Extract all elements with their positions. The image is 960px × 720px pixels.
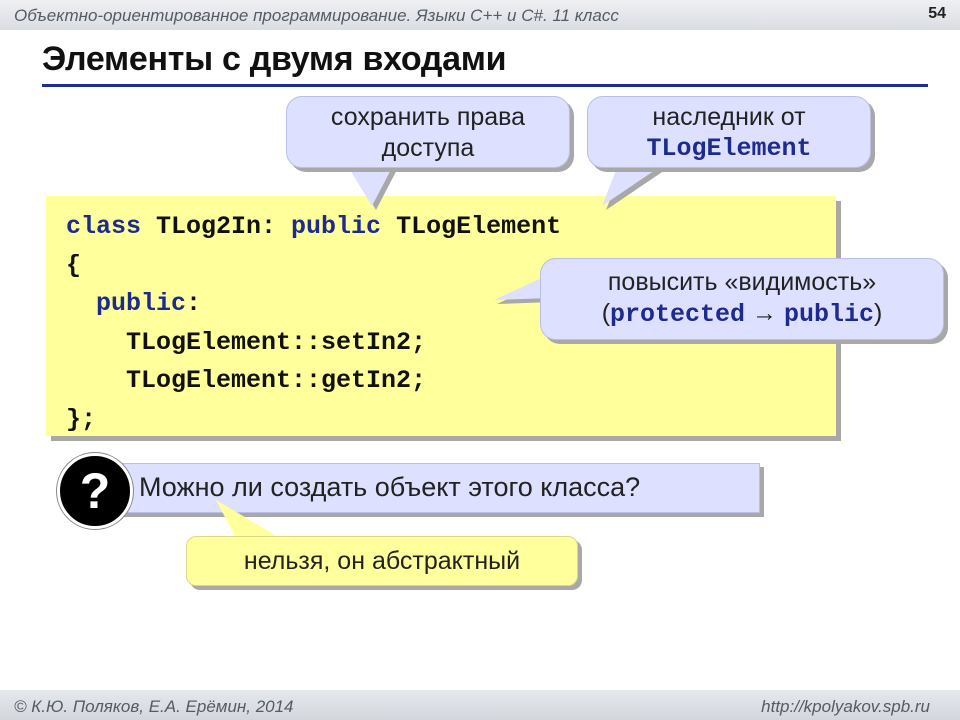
code-base-class: TLogElement — [381, 212, 562, 241]
callout-heir-code: TLogElement — [646, 134, 812, 163]
code-colon: : — [186, 289, 202, 318]
footer-bar: © К.Ю. Поляков, Е.А. Ерёмин, 2014 http:/… — [0, 690, 960, 720]
paren-open: ( — [601, 299, 611, 327]
code-access-public: public — [96, 289, 187, 318]
callout-access-rights: сохранить права доступа — [286, 96, 570, 168]
callout-access-line1: сохранить права — [330, 103, 526, 131]
callout-visibility-line1: повысить «видимость» — [607, 268, 877, 296]
callout-heir-line1: наследник от — [652, 103, 806, 131]
code-using-getin2: TLogElement::getIn2; — [126, 366, 427, 395]
footer-authors: © К.Ю. Поляков, Е.А. Ерёмин, 2014 — [14, 697, 294, 716]
code-using-setin2: TLogElement::setIn2; — [126, 327, 427, 357]
question-text: Можно ли создать объект этого класса? — [139, 472, 641, 502]
keyword-public: public — [783, 300, 874, 329]
callout-visibility-line2: (protected → public) — [541, 298, 943, 330]
page-number: 54 — [928, 5, 946, 22]
paren-close: ) — [873, 299, 883, 327]
header-bar: Объектно-ориентированное программировани… — [0, 0, 960, 30]
code-class-decl: TLog2In: — [141, 212, 292, 241]
slide-title: Элементы с двумя входами — [42, 40, 507, 78]
code-keyword-public: public — [291, 212, 382, 241]
code-keyword-class: class — [66, 212, 142, 241]
arrow-right-icon: → — [752, 299, 777, 327]
keyword-protected: protected — [610, 300, 746, 329]
course-title: Объектно-ориентированное программировани… — [14, 6, 619, 25]
footer-site-link[interactable]: http://kpolyakov.spb.ru — [761, 697, 930, 717]
title-underline — [42, 84, 928, 87]
callout-access-line2: доступа — [381, 134, 475, 162]
answer-box: нельзя, он абстрактный — [186, 536, 578, 586]
callout-visibility: повысить «видимость» (protected → public… — [540, 258, 944, 340]
question-bar: Можно ли создать объект этого класса? — [100, 463, 760, 513]
question-mark-icon: ? — [57, 453, 133, 529]
callout-heir: наследник от TLogElement — [587, 96, 871, 168]
code-close-brace: }; — [66, 404, 97, 434]
code-open-brace: { — [66, 250, 82, 280]
code-listing: class TLog2In: public TLogElement { publ… — [66, 208, 561, 439]
